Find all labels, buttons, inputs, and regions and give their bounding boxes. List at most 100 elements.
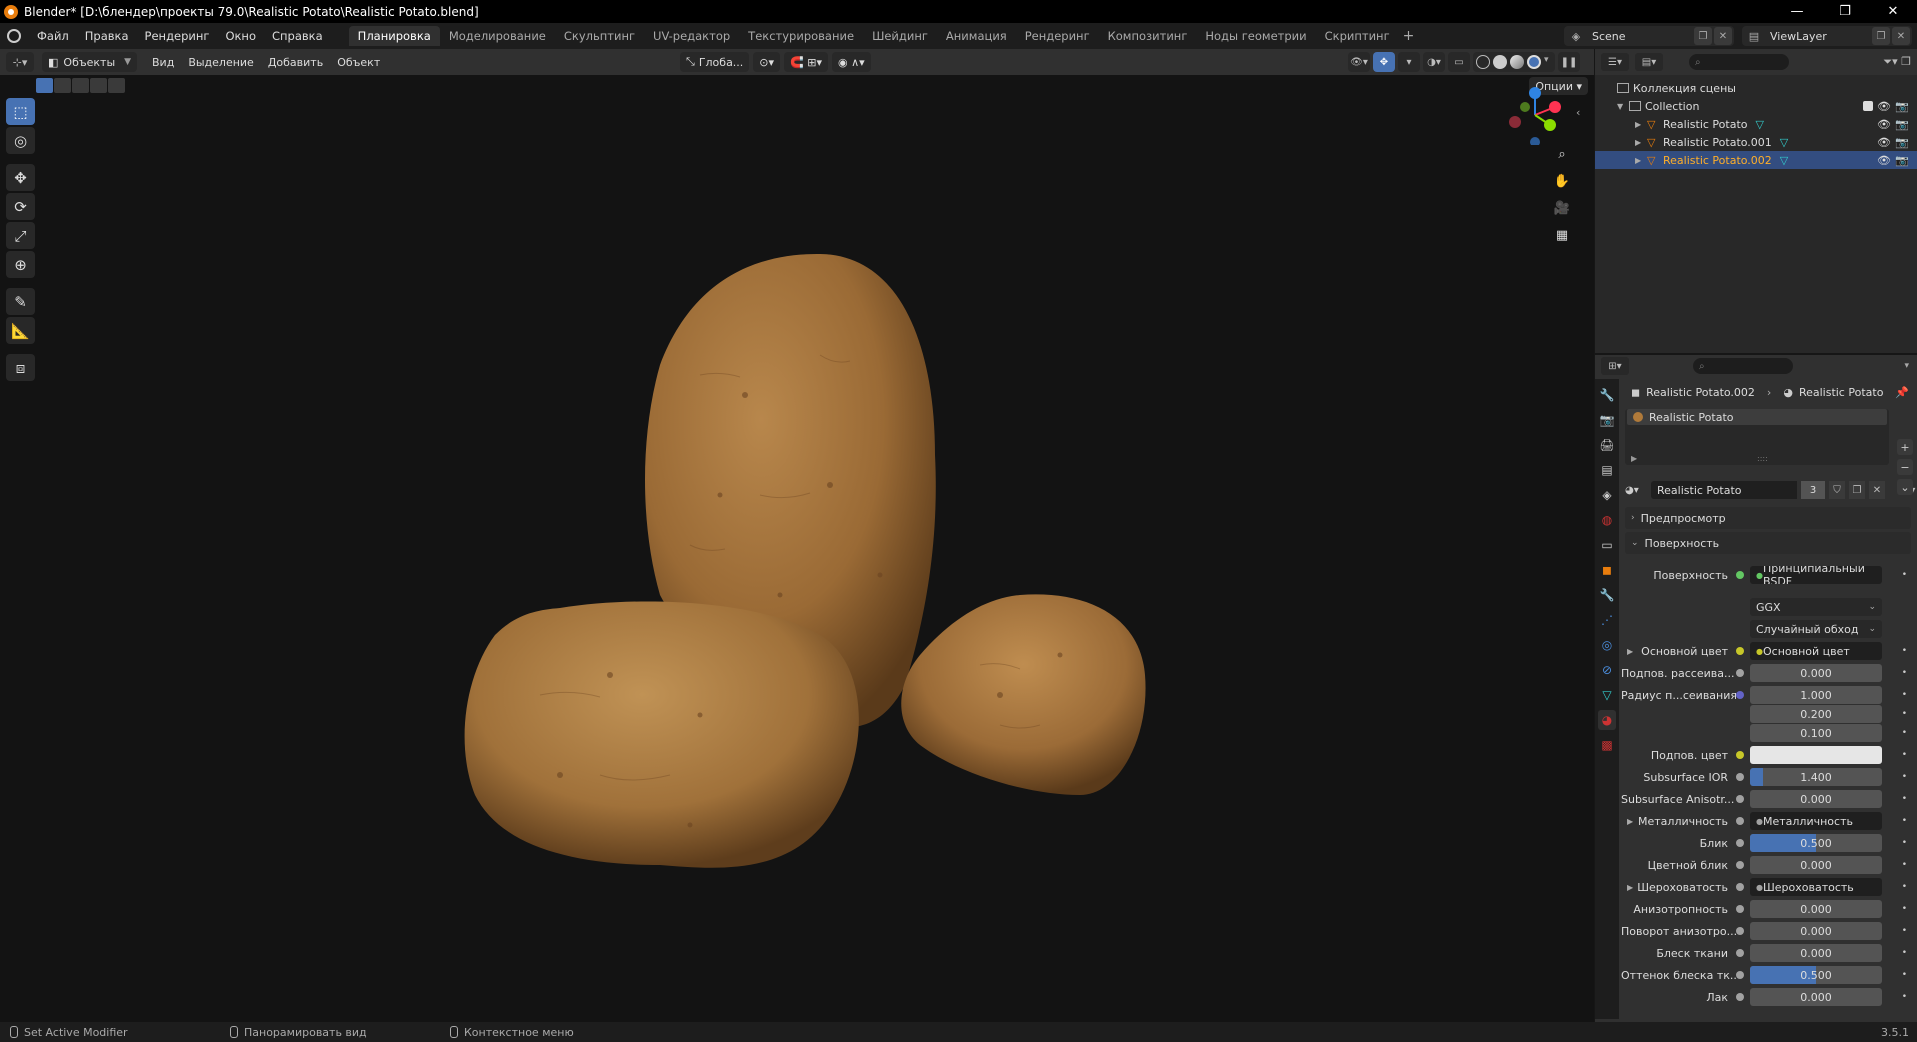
socket-icon[interactable] — [1736, 993, 1744, 1001]
menu-select[interactable]: Выделение — [181, 56, 261, 69]
tab-sculpting[interactable]: Скульптинг — [555, 26, 644, 46]
socket-icon[interactable] — [1736, 773, 1744, 781]
tab-geometry-nodes[interactable]: Ноды геометрии — [1196, 26, 1315, 46]
expand-icon[interactable]: ▶ — [1635, 138, 1647, 147]
menu-help[interactable]: Справка — [264, 23, 331, 49]
keyframe-icon[interactable]: • — [1902, 882, 1907, 892]
visibility-icon[interactable]: 👁▾ — [1348, 52, 1370, 72]
socket-icon[interactable] — [1736, 669, 1744, 677]
maximize-button[interactable]: ❐ — [1821, 0, 1869, 23]
collection-checkbox[interactable] — [1863, 101, 1873, 111]
expand-icon[interactable]: ▼ — [1617, 102, 1629, 111]
snap-button[interactable]: 🧲 ⊞▾ — [784, 52, 828, 72]
linked-input-field[interactable]: ● Шероховатость — [1750, 878, 1882, 896]
expand-icon[interactable]: ▶ — [1627, 883, 1633, 892]
pin-icon[interactable]: 📌 — [1895, 386, 1909, 399]
overlays-icon[interactable]: ◑▾ — [1423, 52, 1445, 72]
keyframe-icon[interactable]: • — [1902, 690, 1907, 700]
number-field[interactable]: 0.000 — [1750, 664, 1882, 682]
mesh-data-icon[interactable]: ▽ — [1780, 154, 1788, 167]
linked-input-field[interactable]: ● Принципиальный BSDF — [1750, 566, 1882, 584]
keyframe-icon[interactable]: • — [1902, 926, 1907, 936]
menu-window[interactable]: Окно — [217, 23, 264, 49]
texture-tab-icon[interactable]: ▩ — [1598, 735, 1616, 755]
eye-icon[interactable]: 👁 — [1877, 136, 1891, 149]
add-workspace-icon[interactable]: + — [1399, 28, 1419, 44]
physics-tab-icon[interactable]: ◎ — [1598, 635, 1616, 655]
viewlayer-selector[interactable]: ▤ ViewLayer ❐ ✕ — [1742, 26, 1912, 46]
socket-icon[interactable] — [1736, 927, 1744, 935]
material-slot[interactable]: Realistic Potato — [1627, 409, 1887, 425]
expand-icon[interactable]: ▶ — [1627, 817, 1633, 826]
slot-menu-icon[interactable]: ⌄ — [1897, 479, 1913, 495]
fake-user-icon[interactable]: ⛉ — [1829, 481, 1845, 499]
outliner-object-row[interactable]: ▶ ▽ Realistic Potato.001 ▽ 👁 📷 — [1595, 133, 1917, 151]
number-field[interactable]: 0.200 — [1750, 705, 1882, 723]
properties-options-icon[interactable]: ▾ — [1904, 361, 1909, 371]
transform-orientation[interactable]: ⤡ Глоба... — [680, 52, 750, 72]
socket-icon[interactable] — [1736, 571, 1744, 579]
socket-icon[interactable] — [1736, 839, 1744, 847]
tab-texture-paint[interactable]: Текстурирование — [739, 26, 863, 46]
duplicate-material-icon[interactable]: ❐ — [1849, 481, 1865, 499]
number-field[interactable]: 0.100 — [1750, 724, 1882, 742]
scene-selector[interactable]: ◈ Scene ❐ ✕ — [1564, 26, 1734, 46]
gizmo-toggle-icon[interactable]: ✥ — [1373, 52, 1395, 72]
tab-modeling[interactable]: Моделирование — [440, 26, 555, 46]
keyframe-icon[interactable]: • — [1902, 970, 1907, 980]
xray-icon[interactable]: ▭ — [1448, 52, 1470, 72]
linked-input-field[interactable]: ● Металличность — [1750, 812, 1882, 830]
menu-render[interactable]: Рендеринг — [137, 23, 218, 49]
surface-panel-header[interactable]: ⌄ Поверхность — [1625, 532, 1911, 554]
number-field[interactable]: 1.000 — [1750, 686, 1882, 704]
gizmo-dropdown-icon[interactable]: ▾ — [1398, 52, 1420, 72]
view-layer-tab-icon[interactable]: ▤ — [1598, 460, 1616, 480]
keyframe-icon[interactable]: • — [1902, 904, 1907, 914]
keyframe-icon[interactable]: • — [1902, 646, 1907, 656]
number-field[interactable]: 1.400 — [1750, 768, 1882, 786]
browse-material-icon[interactable]: ◕▾ — [1625, 481, 1647, 499]
resize-handle-icon[interactable]: :::: — [1757, 454, 1768, 463]
tab-compositing[interactable]: Композитинг — [1099, 26, 1197, 46]
modifier-tab-icon[interactable]: 🔧 — [1598, 585, 1616, 605]
expand-icon[interactable]: ▶ — [1635, 120, 1647, 129]
material-tab-icon[interactable]: ◕ — [1598, 710, 1616, 730]
tab-scripting[interactable]: Скриптинг — [1316, 26, 1399, 46]
3d-viewport[interactable]: Опции ▾ ⬚ ◎ ✥ ⟳ ⤢ ⊕ ✎ 📐 ⧈ ‹ ⌕ ✋ 🎥 ▦ — [0, 75, 1594, 1022]
data-tab-icon[interactable]: ▽ — [1598, 685, 1616, 705]
mesh-data-icon[interactable]: ▽ — [1755, 118, 1763, 131]
remove-scene-icon[interactable]: ✕ — [1714, 27, 1732, 45]
menu-file[interactable]: Файл — [29, 23, 77, 49]
menu-view[interactable]: Вид — [145, 56, 181, 69]
number-field[interactable]: 0.500 — [1750, 834, 1882, 852]
eye-icon[interactable]: 👁 — [1877, 154, 1891, 167]
minimize-button[interactable]: — — [1773, 0, 1821, 23]
close-button[interactable]: ✕ — [1869, 0, 1917, 23]
keyframe-icon[interactable]: • — [1902, 570, 1907, 580]
tab-shading[interactable]: Шейдинг — [863, 26, 937, 46]
constraints-tab-icon[interactable]: ⊘ — [1598, 660, 1616, 680]
number-field[interactable]: 0.000 — [1750, 900, 1882, 918]
socket-icon[interactable] — [1736, 949, 1744, 957]
socket-icon[interactable] — [1736, 971, 1744, 979]
number-field[interactable]: 0.000 — [1750, 856, 1882, 874]
new-viewlayer-icon[interactable]: ❐ — [1872, 27, 1890, 45]
proportional-edit-button[interactable]: ◉ ∧▾ — [831, 52, 871, 72]
material-slot-list[interactable]: Realistic Potato ▶ :::: — [1625, 409, 1889, 465]
eye-icon[interactable]: 👁 — [1877, 118, 1891, 131]
collection-tab-icon[interactable]: ▭ — [1598, 535, 1616, 555]
editor-type-button[interactable]: ⊹▾ — [6, 52, 34, 72]
new-scene-icon[interactable]: ❐ — [1694, 27, 1712, 45]
remove-viewlayer-icon[interactable]: ✕ — [1892, 27, 1910, 45]
dropdown-field[interactable]: Случайный обход ⌄ — [1750, 620, 1882, 638]
display-mode-button[interactable]: ▤▾ — [1635, 53, 1663, 71]
wireframe-shading-icon[interactable] — [1476, 55, 1490, 69]
number-field[interactable]: 0.000 — [1750, 944, 1882, 962]
socket-icon[interactable] — [1736, 883, 1744, 891]
remove-slot-icon[interactable]: − — [1897, 459, 1913, 475]
color-field[interactable] — [1750, 746, 1882, 764]
object-tab-icon[interactable]: ◼ — [1598, 560, 1616, 580]
world-tab-icon[interactable]: ◍ — [1598, 510, 1616, 530]
unlink-material-icon[interactable]: ✕ — [1869, 481, 1885, 499]
solid-shading-icon[interactable] — [1493, 55, 1507, 69]
